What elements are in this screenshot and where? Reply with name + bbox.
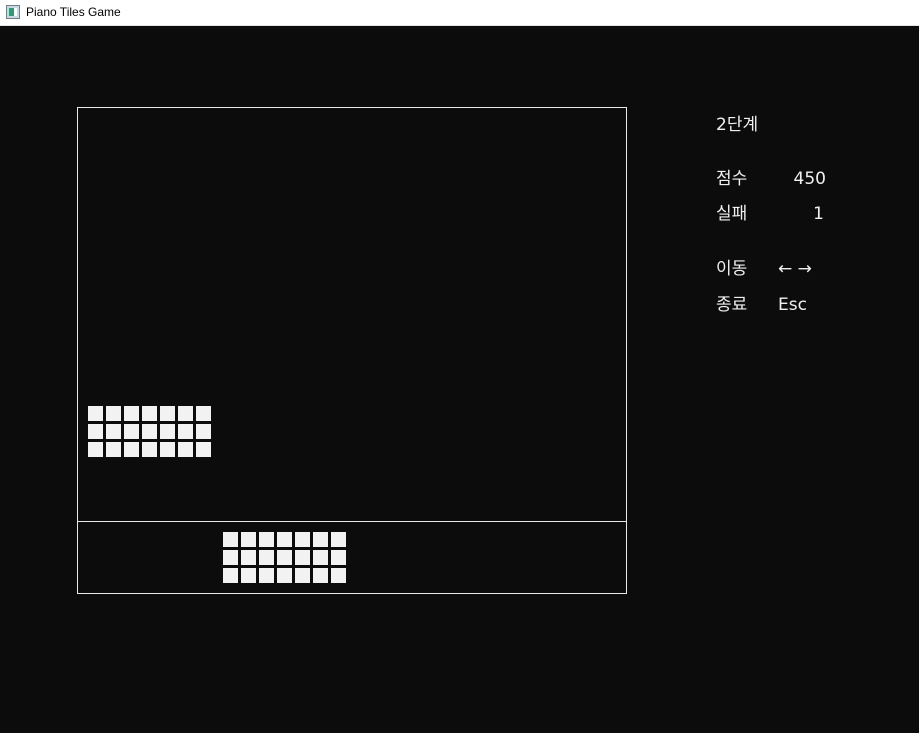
tile-cell (313, 550, 328, 565)
quit-key: Esc (778, 295, 807, 315)
tile-cell (331, 532, 346, 547)
miss-label: 실패 (716, 204, 748, 224)
move-keys: ← → (778, 259, 812, 279)
tile-cell (241, 532, 256, 547)
level-indicator: 2단계 (716, 115, 758, 135)
miss-row: 실패 1 (716, 204, 826, 224)
tile-cell (178, 406, 193, 421)
tile-cell (295, 568, 310, 583)
tile-cell (313, 568, 328, 583)
tile-cell (259, 568, 274, 583)
tile-cell (160, 424, 175, 439)
tile-cell (88, 424, 103, 439)
tile-cell (259, 532, 274, 547)
tile-cell (124, 424, 139, 439)
level-text: 2단계 (716, 115, 759, 135)
tile-cell (259, 550, 274, 565)
tile-cell (142, 406, 157, 421)
move-label: 이동 (716, 259, 748, 279)
tile-cell (106, 442, 121, 457)
tile-cell (142, 442, 157, 457)
falling-tile-block (88, 406, 215, 460)
window-title: Piano Tiles Game (26, 5, 121, 19)
tile-cell (295, 550, 310, 565)
tile-cell (277, 550, 292, 565)
tile-cell (223, 532, 238, 547)
tile-cell (160, 442, 175, 457)
quit-help-row: 종료 Esc (716, 295, 836, 315)
tile-cell (241, 550, 256, 565)
tile-cell (178, 424, 193, 439)
tile-cell (196, 442, 211, 457)
tile-cell (124, 442, 139, 457)
catch-line (77, 521, 627, 522)
tile-cell (106, 424, 121, 439)
tile-cell (277, 532, 292, 547)
tile-cell (277, 568, 292, 583)
tile-cell (331, 550, 346, 565)
tile-cell (124, 406, 139, 421)
tile-cell (196, 406, 211, 421)
tile-cell (160, 406, 175, 421)
tile-cell (88, 406, 103, 421)
game-canvas[interactable]: 2단계 점수 450 실패 1 이동 ← → 종료 Esc (0, 26, 919, 733)
window-titlebar[interactable]: Piano Tiles Game (0, 0, 919, 26)
score-label: 점수 (716, 169, 748, 189)
app-window-icon (6, 5, 20, 19)
tile-cell (223, 568, 238, 583)
miss-value: 1 (813, 204, 824, 224)
tile-cell (241, 568, 256, 583)
score-row: 점수 450 (716, 169, 826, 189)
tile-cell (223, 550, 238, 565)
tile-cell (331, 568, 346, 583)
tile-cell (178, 442, 193, 457)
score-value: 450 (793, 169, 826, 189)
move-help-row: 이동 ← → (716, 259, 836, 279)
tile-cell (88, 442, 103, 457)
tile-cell (295, 532, 310, 547)
tile-cell (142, 424, 157, 439)
tile-cell (106, 406, 121, 421)
tile-cell (313, 532, 328, 547)
player-tile-block[interactable] (223, 532, 350, 586)
tile-cell (196, 424, 211, 439)
quit-label: 종료 (716, 295, 748, 315)
